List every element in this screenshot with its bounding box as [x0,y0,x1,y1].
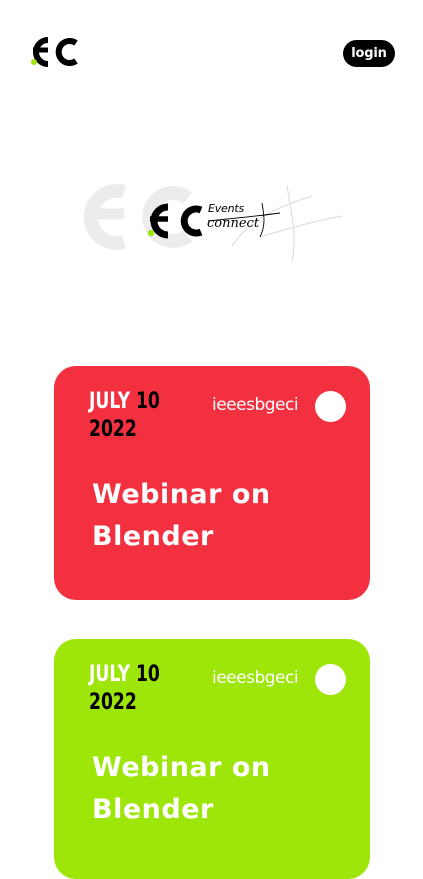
event-title: Webinar on Blender [92,752,271,825]
site-header: login [0,0,423,100]
event-date: JULY 10 2022 [89,388,160,444]
event-month: JULY [89,389,131,414]
ec-logo[interactable] [28,36,82,68]
event-card[interactable]: JULY 10 2022 ieeesbgeci Webinar on Blend… [54,366,370,600]
event-card[interactable]: JULY 10 2022 ieeesbgeci Webinar on Blend… [54,639,370,879]
event-date: JULY 10 2022 [89,661,160,717]
event-organizer: ieeesbgeci [212,668,299,688]
event-month: JULY [89,662,131,687]
event-title: Webinar on Blender [92,479,271,552]
event-year: 2022 [89,690,137,715]
script-flourish-icon [207,202,281,238]
organizer-avatar[interactable] [315,664,346,695]
events-connect-hero-logo: Events connect [80,176,350,266]
event-organizer: ieeesbgeci [212,395,299,415]
event-day: 10 [135,389,160,414]
event-day: 10 [135,662,160,687]
ec-hero-logo [147,203,203,239]
event-year: 2022 [89,417,137,442]
login-button[interactable]: login [343,40,395,67]
organizer-avatar[interactable] [315,391,346,422]
